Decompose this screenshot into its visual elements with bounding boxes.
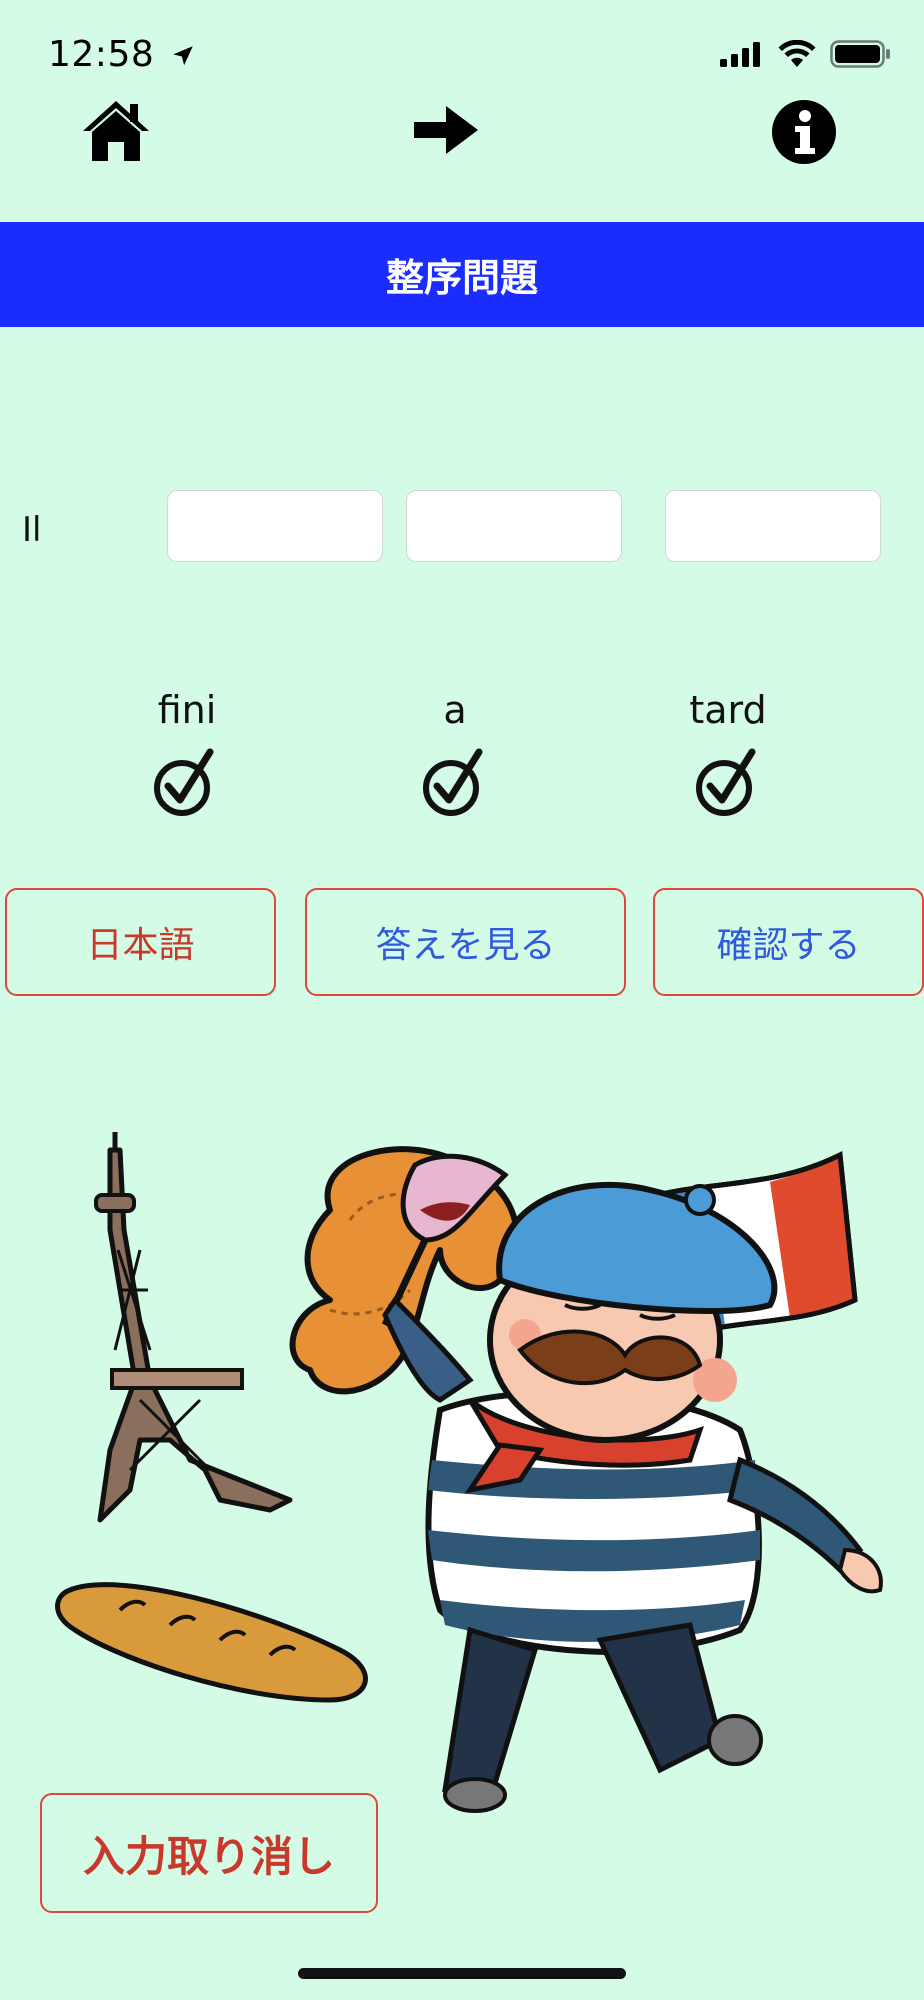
page-title: 整序問題 [385,256,538,300]
home-icon[interactable] [80,98,152,164]
checkmark-icon [696,748,756,816]
answer-slot-3[interactable] [665,490,881,562]
arrow-right-icon[interactable] [412,104,480,156]
answer-slot-1[interactable] [167,490,383,562]
baguette-icon [55,1582,368,1703]
word-choice-tard[interactable]: tard [648,688,808,732]
answer-slot-2[interactable] [406,490,622,562]
cellular-signal-icon [720,42,760,67]
page-title-bar: 整序問題 [0,222,924,327]
battery-icon [830,40,890,68]
home-indicator[interactable] [298,1968,626,1979]
status-time: 12:58 [48,34,196,75]
status-icons [720,40,892,68]
wifi-icon [778,40,816,67]
info-icon[interactable] [770,98,838,166]
sentence-prefix: Il [22,510,42,550]
undo-input-button[interactable]: 入力取り消し [40,1793,378,1913]
screen: 12:58 整序問題 Il fini a tard 日本語 答えを見る 確認する… [0,0,924,2000]
checkmark-icon [423,748,483,816]
eiffel-tower-icon [94,1132,293,1523]
word-choice-a[interactable]: a [375,688,535,732]
japanese-button[interactable]: 日本語 [5,888,276,996]
word-choice-fini[interactable]: fini [107,688,267,732]
check-button[interactable]: 確認する [653,888,924,996]
location-arrow-icon [173,46,193,66]
checkmark-icon [154,748,214,816]
show-answer-button[interactable]: 答えを見る [305,888,626,996]
